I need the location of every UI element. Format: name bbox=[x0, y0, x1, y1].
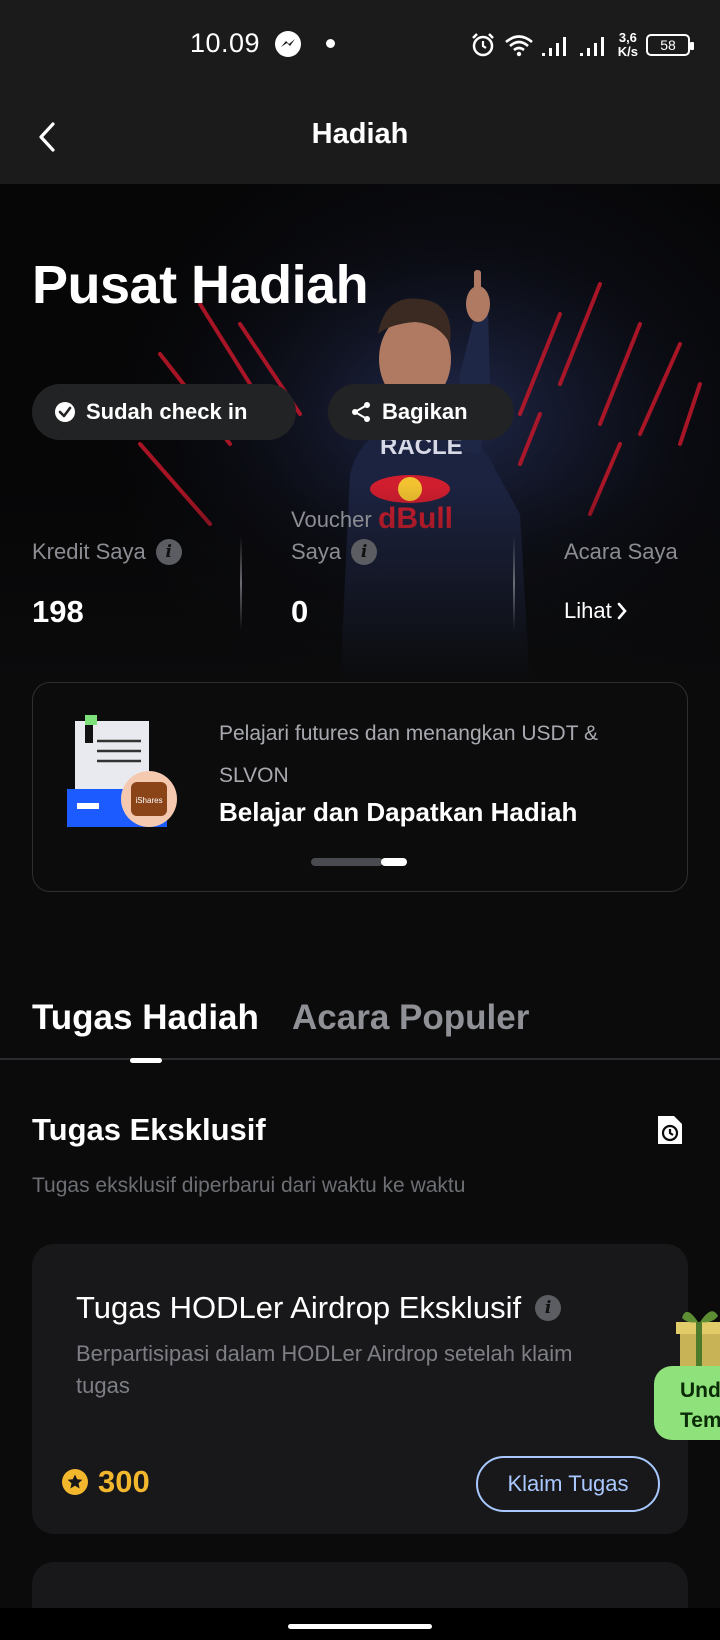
rewards-tabs: Tugas Hadiah Acara Populer bbox=[0, 988, 720, 1063]
banner-title: Belajar dan Dapatkan Hadiah bbox=[219, 797, 578, 827]
wifi-icon bbox=[504, 35, 533, 57]
network-speed: 3,6 K/s bbox=[618, 31, 638, 59]
voucher-label-line2: Saya i bbox=[291, 536, 378, 568]
task-reward: 300 bbox=[62, 1464, 150, 1500]
info-icon[interactable]: i bbox=[535, 1295, 562, 1321]
network-speed-unit: K/s bbox=[617, 44, 638, 59]
chevron-right-icon bbox=[617, 602, 627, 620]
events-view-label: Lihat bbox=[564, 598, 612, 623]
banner-pager bbox=[311, 858, 407, 866]
reward-points: 300 bbox=[98, 1464, 150, 1499]
checkin-label: Sudah check in bbox=[86, 399, 248, 424]
alarm-icon bbox=[471, 33, 494, 57]
tab-popular-events[interactable]: Acara Populer bbox=[292, 998, 529, 1038]
voucher-label-1: Voucher bbox=[291, 507, 372, 532]
promo-banner[interactable]: iShares Pelajari futures dan menangkan U… bbox=[32, 682, 688, 892]
app-header: Hadiah bbox=[0, 90, 720, 184]
tab-reward-tasks[interactable]: Tugas Hadiah bbox=[32, 998, 259, 1038]
home-indicator[interactable] bbox=[288, 1624, 432, 1629]
events-label: Acara Saya bbox=[564, 539, 678, 564]
history-icon bbox=[658, 1116, 682, 1144]
share-icon bbox=[352, 402, 370, 422]
badge-line-1: Und bbox=[680, 1379, 720, 1402]
signal-icon bbox=[541, 37, 566, 56]
ishares-logo: iShares bbox=[135, 796, 162, 805]
task-title: Tugas HODLer Airdrop Eksklusif bbox=[76, 1290, 522, 1325]
tab-active-indicator bbox=[130, 1058, 162, 1063]
signal-icon-2 bbox=[579, 37, 604, 56]
stat-divider bbox=[513, 536, 515, 630]
voucher-value: 0 bbox=[291, 594, 309, 629]
events-view-link[interactable]: Lihat bbox=[564, 598, 678, 624]
network-speed-value: 3,6 bbox=[618, 30, 637, 45]
battery-level: 58 bbox=[660, 37, 676, 53]
task-card: Tugas HODLer Airdrop Eksklusif i Berpart… bbox=[32, 1244, 688, 1534]
banner-subtitle: Pelajari futures dan menangkan USDT & SL… bbox=[219, 722, 598, 787]
star-icon bbox=[62, 1469, 88, 1495]
stat-divider bbox=[240, 536, 242, 630]
voucher-label-2: Saya bbox=[291, 539, 342, 564]
floating-event-badge[interactable]: Und Tem bbox=[654, 1366, 720, 1440]
credit-label-row: Kredit Saya i bbox=[32, 536, 182, 568]
rewards-hero: RACLE dBull Pusat Hadiah Sudah check in … bbox=[0, 184, 720, 684]
notification-dot-icon bbox=[326, 39, 335, 48]
badge-line-2: Tem bbox=[680, 1409, 720, 1432]
check-circle-icon bbox=[55, 402, 75, 422]
hero-title: Pusat Hadiah bbox=[32, 255, 369, 315]
task-description: Berpartisipasi dalam HODLer Airdrop sete… bbox=[76, 1341, 573, 1398]
battery-icon: 58 bbox=[646, 34, 694, 56]
events-stat: Acara Saya Lihat bbox=[564, 504, 678, 624]
credit-value: 198 bbox=[32, 594, 84, 629]
messenger-icon bbox=[275, 31, 301, 57]
pager-dot-active[interactable] bbox=[381, 858, 407, 866]
history-button[interactable] bbox=[656, 1114, 684, 1146]
page-title: Hadiah bbox=[311, 118, 409, 150]
pager-dot[interactable] bbox=[311, 858, 383, 866]
status-right: 3,6 K/s 58 bbox=[470, 28, 694, 62]
info-icon[interactable]: i bbox=[351, 539, 378, 565]
section-subtitle: Tugas eksklusif diperbarui dari waktu ke… bbox=[32, 1174, 466, 1197]
voucher-stat[interactable]: Voucher Saya i 0 bbox=[291, 504, 378, 630]
share-button[interactable]: Bagikan bbox=[328, 384, 514, 440]
voucher-label-line1: Voucher bbox=[291, 504, 377, 536]
task-title-row: Tugas HODLer Airdrop Eksklusif i bbox=[76, 1290, 562, 1326]
status-bar: 10.09 3,6 K/s 58 bbox=[0, 0, 720, 90]
share-label: Bagikan bbox=[382, 399, 468, 424]
credit-stat[interactable]: Kredit Saya i 198 bbox=[32, 504, 182, 630]
section-title: Tugas Eksklusif bbox=[32, 1112, 266, 1147]
info-icon[interactable]: i bbox=[155, 539, 182, 565]
checkin-button[interactable]: Sudah check in bbox=[32, 384, 296, 440]
gift-icon bbox=[676, 1311, 720, 1366]
credit-label: Kredit Saya bbox=[32, 539, 146, 564]
status-time: 10.09 bbox=[190, 28, 261, 58]
claim-task-button[interactable]: Klaim Tugas bbox=[476, 1456, 660, 1512]
learning-illustration: iShares bbox=[67, 715, 177, 827]
